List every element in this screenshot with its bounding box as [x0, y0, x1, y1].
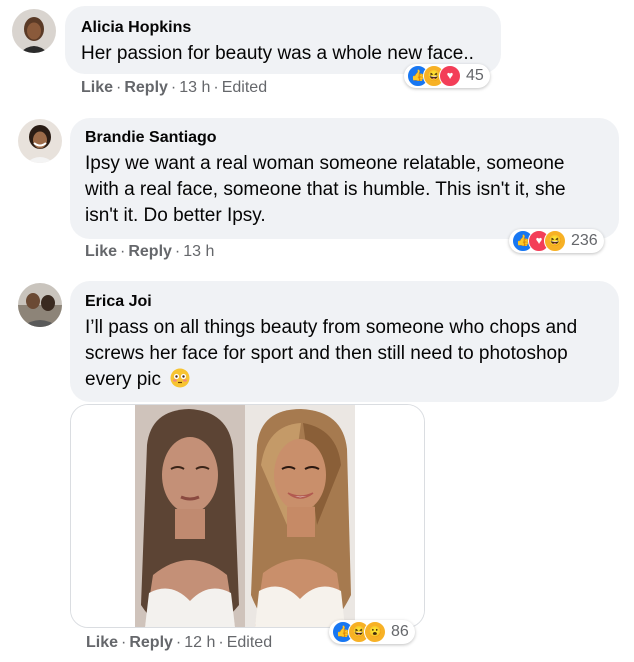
- timestamp[interactable]: 12 h: [184, 634, 215, 651]
- timestamp[interactable]: 13 h: [179, 79, 210, 96]
- reaction-summary[interactable]: 👍 😆 ♥ 45: [404, 64, 490, 88]
- reaction-summary[interactable]: 👍 😆 😮 86: [329, 620, 415, 644]
- reply-button[interactable]: Reply: [129, 634, 173, 651]
- timestamp[interactable]: 13 h: [183, 243, 214, 260]
- like-button[interactable]: Like: [81, 79, 113, 96]
- avatar-brandie-santiago[interactable]: [18, 119, 62, 163]
- avatar-alicia-hopkins[interactable]: [12, 9, 56, 53]
- comment-author[interactable]: Erica Joi: [85, 293, 152, 311]
- comment-actions: Like · Reply · 13 h · Edited: [81, 79, 268, 96]
- comment-actions: Like · Reply · 13 h: [85, 243, 215, 260]
- comment-author[interactable]: Brandie Santiago: [85, 129, 217, 147]
- reply-button[interactable]: Reply: [128, 243, 172, 260]
- comment-text-line: screws her face for sport and then still…: [85, 343, 568, 364]
- avatar-erica-joi[interactable]: [18, 283, 62, 327]
- reaction-count: 86: [391, 623, 409, 640]
- like-button[interactable]: Like: [86, 634, 118, 651]
- comment-actions: Like · Reply · 12 h · Edited: [86, 634, 273, 651]
- comparison-photo: [71, 405, 424, 627]
- comment-text-fragment: every pic: [85, 369, 162, 390]
- comment-author[interactable]: Alicia Hopkins: [81, 19, 191, 37]
- wow-reaction-icon: 😮: [364, 621, 386, 643]
- reaction-count: 236: [571, 232, 598, 249]
- comment-text: Ipsy we want a real woman someone relata…: [85, 151, 605, 229]
- flushed-face-emoji-icon: [170, 368, 190, 396]
- comment-text: I’ll pass on all things beauty from some…: [85, 315, 610, 396]
- comment-text-line: with a real face, someone that is humble…: [85, 179, 566, 200]
- comment-text-line: every pic: [85, 367, 610, 396]
- like-button[interactable]: Like: [85, 243, 117, 260]
- reaction-summary[interactable]: 👍 ♥ 😆 236: [509, 229, 604, 253]
- comment-text-line: I’ll pass on all things beauty from some…: [85, 317, 578, 338]
- love-reaction-icon: ♥: [439, 65, 461, 87]
- comment-text-line: isn't it. Do better Ipsy.: [85, 205, 266, 226]
- edited-label: Edited: [226, 634, 273, 651]
- reaction-count: 45: [466, 67, 484, 84]
- reply-button[interactable]: Reply: [124, 79, 168, 96]
- comment-text-line: Ipsy we want a real woman someone relata…: [85, 153, 565, 174]
- photo-attachment[interactable]: [70, 404, 425, 628]
- edited-label: Edited: [221, 79, 268, 96]
- haha-reaction-icon: 😆: [544, 230, 566, 252]
